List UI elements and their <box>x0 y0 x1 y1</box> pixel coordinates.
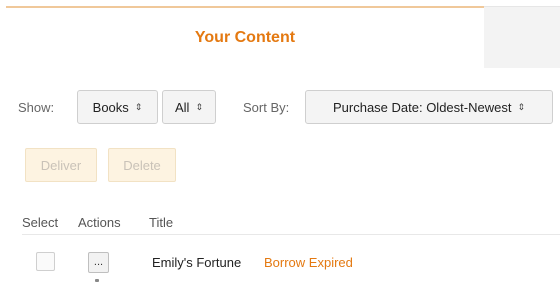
tab-bar: Your Content <box>0 0 560 70</box>
row-select-checkbox[interactable] <box>36 252 55 271</box>
tab-your-content[interactable]: Your Content <box>6 6 484 68</box>
row-status: Borrow Expired <box>264 255 353 270</box>
filter-row: Show: Books ⇕ All ⇕ Sort By: Purchase Da… <box>0 90 560 126</box>
small-caret-icon <box>95 279 99 282</box>
category-select[interactable]: Books ⇕ <box>77 90 158 124</box>
category-select-value: Books <box>92 99 129 115</box>
updown-chevron-icon: ⇕ <box>195 101 203 112</box>
header-divider <box>22 234 560 235</box>
sort-select-value: Purchase Date: Oldest-Newest <box>332 99 512 115</box>
subset-select-value: All <box>175 99 190 115</box>
delete-button[interactable]: Delete <box>108 148 176 182</box>
deliver-button[interactable]: Deliver <box>25 148 97 182</box>
content-manager-page: Your Content Show: Books ⇕ All ⇕ Sort By… <box>0 0 560 287</box>
table-row: ... Emily's Fortune Borrow Expired <box>0 245 560 287</box>
sort-select[interactable]: Purchase Date: Oldest-Newest ⇕ <box>305 90 553 124</box>
tab-secondary[interactable] <box>484 6 560 68</box>
table-header: Select Actions Title <box>0 213 560 235</box>
sort-by-label: Sort By: <box>243 100 290 115</box>
updown-chevron-icon: ⇕ <box>517 101 525 112</box>
action-row: Deliver Delete <box>0 148 560 182</box>
more-options-icon: ... <box>93 256 104 268</box>
tab-your-content-label: Your Content <box>194 29 296 46</box>
more-options-button[interactable]: ... <box>88 252 109 273</box>
updown-chevron-icon: ⇕ <box>134 101 143 112</box>
deliver-button-label: Deliver <box>40 157 82 173</box>
column-header-actions: Actions <box>78 215 121 230</box>
subset-select[interactable]: All ⇕ <box>162 90 216 124</box>
delete-button-label: Delete <box>123 157 161 173</box>
show-label: Show: <box>18 100 55 115</box>
column-header-title: Title <box>149 215 174 230</box>
column-header-select: Select <box>22 215 59 230</box>
row-title[interactable]: Emily's Fortune <box>152 255 241 270</box>
